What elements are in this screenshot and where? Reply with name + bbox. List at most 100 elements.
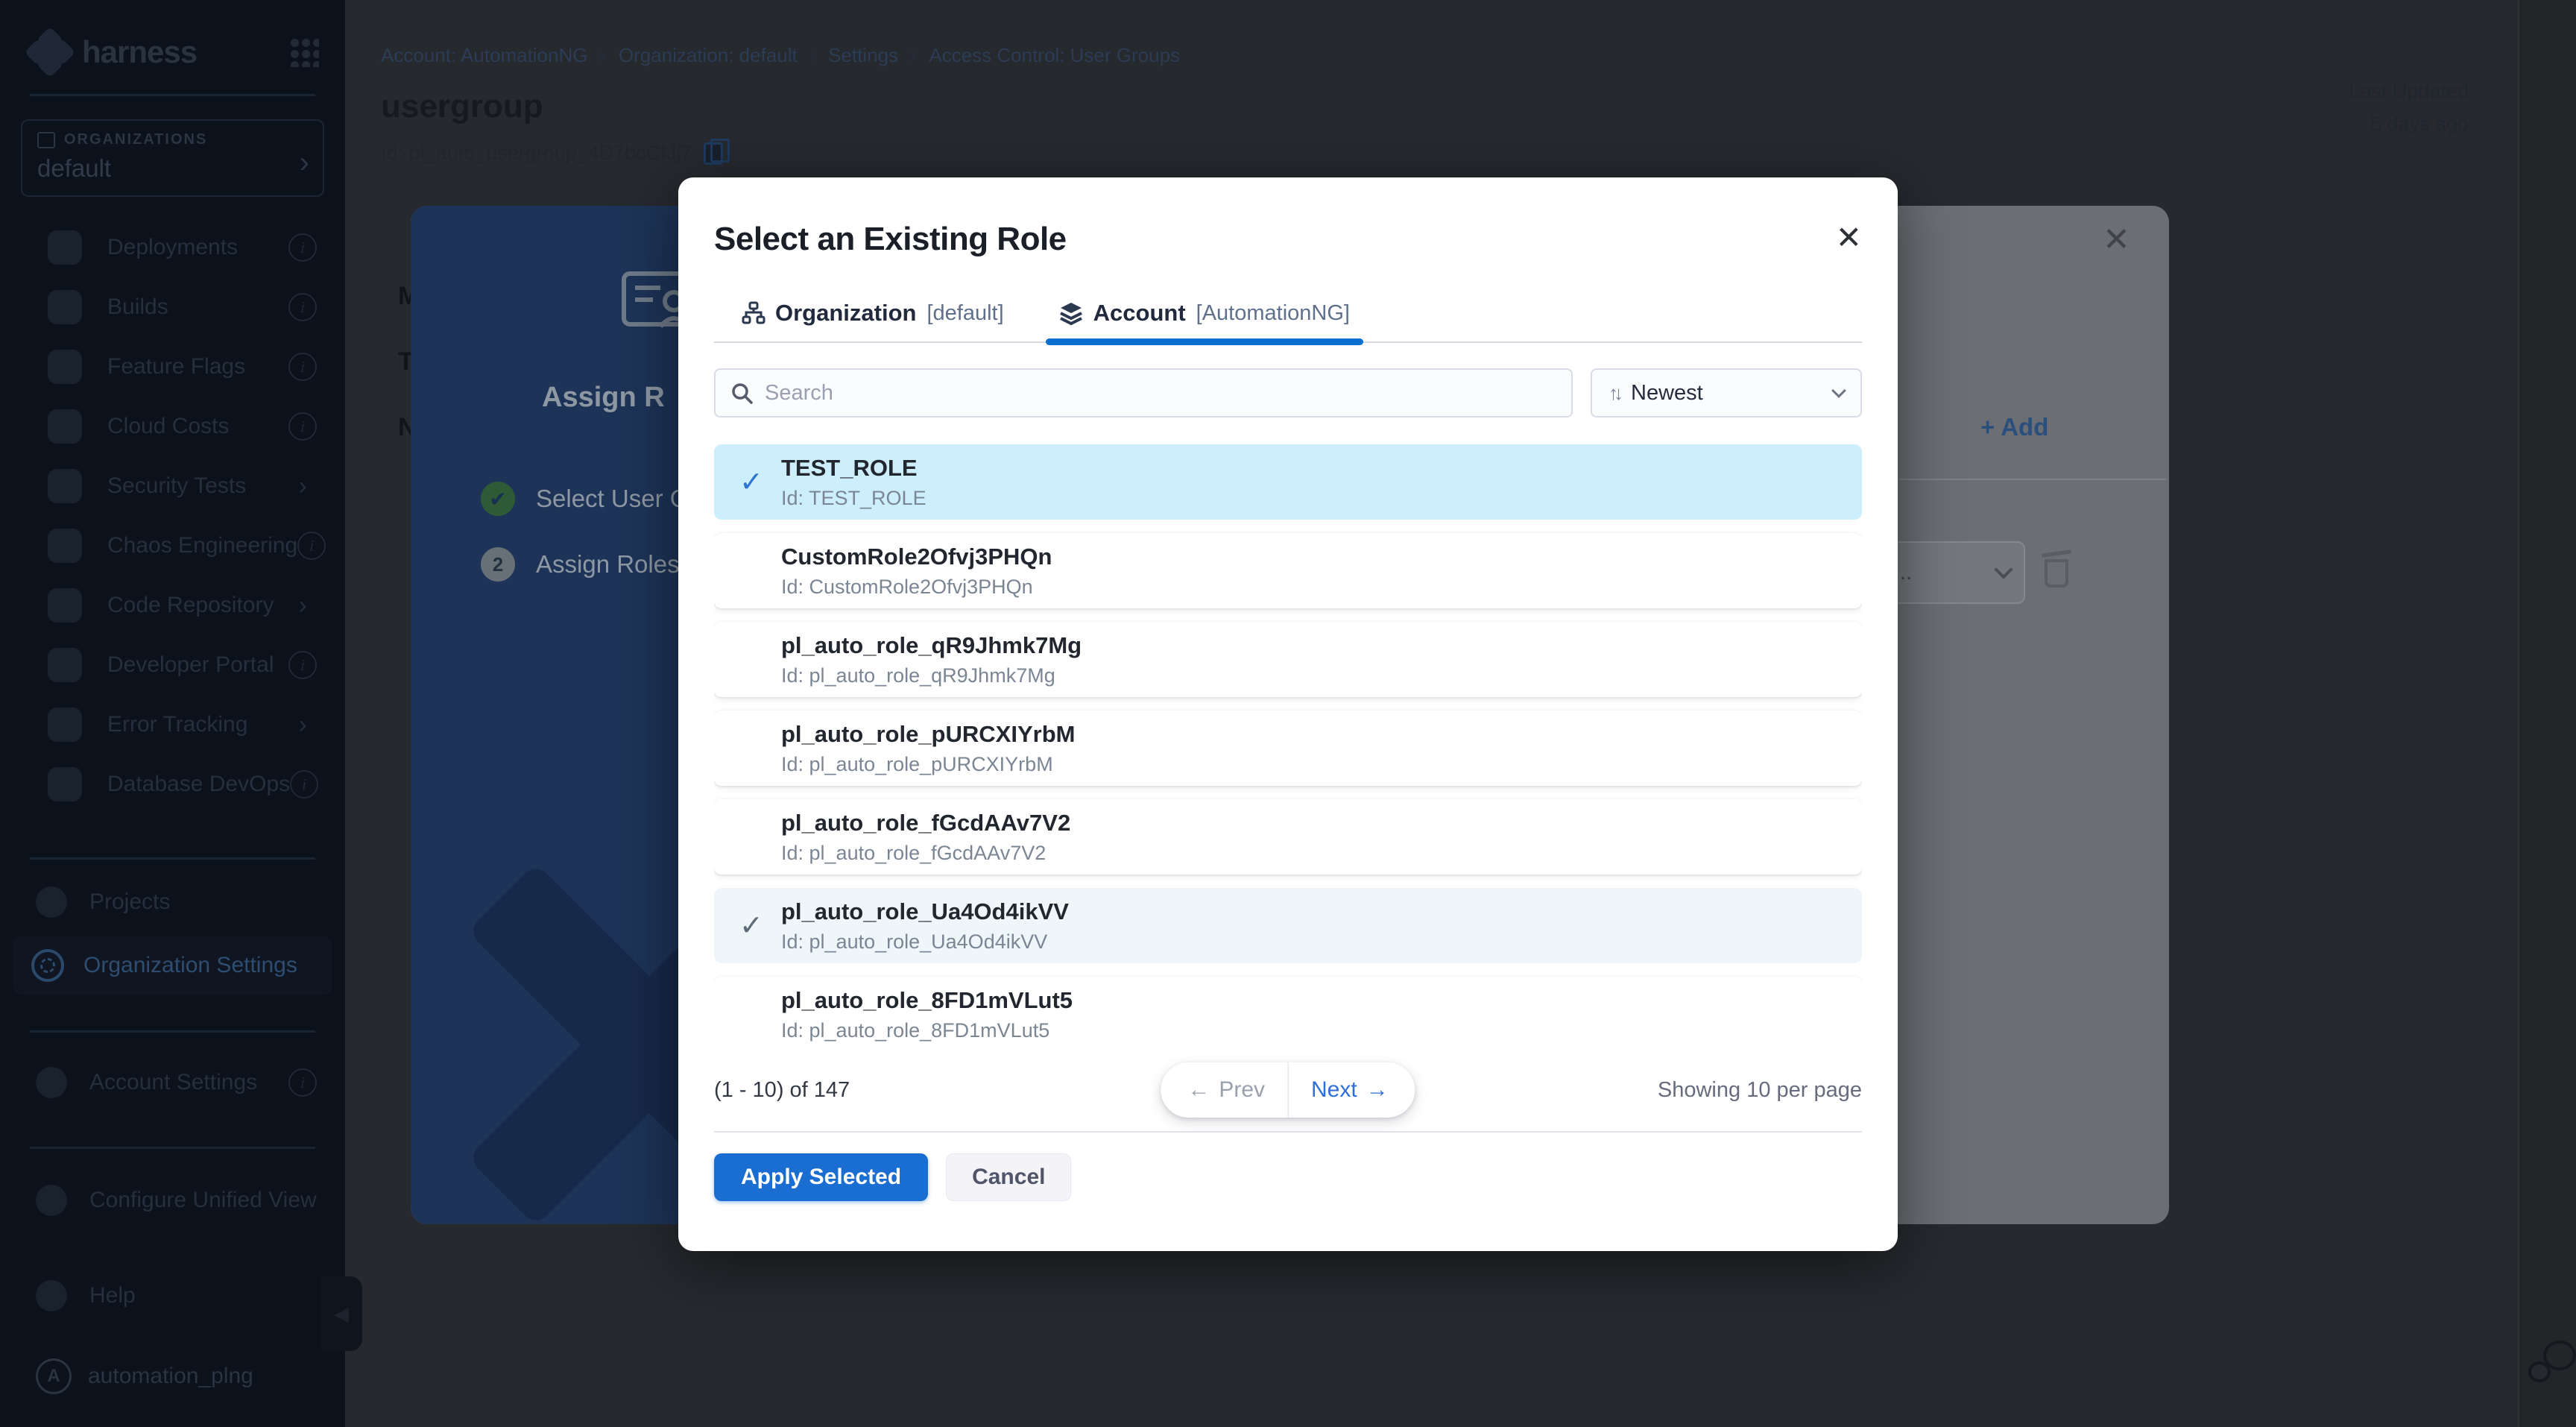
trash-icon[interactable]: [2040, 550, 2073, 589]
sidebar-nav: Deployments i Builds i Feature Flags i C…: [0, 218, 345, 814]
user-menu[interactable]: A automation_plng: [36, 1358, 253, 1394]
sidebar-item-database-devops[interactable]: Database DevOps i: [0, 755, 345, 814]
module-grid-icon[interactable]: [289, 37, 319, 67]
info-icon[interactable]: i: [288, 651, 317, 679]
breadcrumb-separator-icon: ›: [809, 43, 816, 67]
sidebar-item-deployments[interactable]: Deployments i: [0, 218, 345, 277]
sort-value: Newest: [1631, 381, 1822, 406]
org-selector[interactable]: ORGANIZATIONS default ›: [21, 119, 324, 197]
select-role-modal: Select an Existing Role ✕ Organization […: [678, 177, 1898, 1251]
info-icon[interactable]: i: [290, 770, 318, 798]
error-tracking-icon: [48, 708, 82, 742]
divider: [714, 1131, 1862, 1133]
role-id: Id: pl_auto_role_8FD1mVLut5: [781, 1019, 1073, 1042]
assign-roles-title: Assign R: [542, 382, 665, 414]
org-selector-value: default: [37, 154, 308, 183]
code-repository-icon: [48, 588, 82, 623]
role-list: ✓ TEST_ROLE Id: TEST_ROLE ✓ CustomRole2O…: [714, 444, 1862, 1048]
breadcrumb-separator-icon: ›: [910, 43, 917, 67]
apply-selected-button[interactable]: Apply Selected: [714, 1153, 928, 1201]
chevron-right-icon: ›: [288, 472, 317, 500]
page-title: usergroup: [381, 88, 1180, 125]
sidebar-item-help[interactable]: Help: [0, 1264, 345, 1327]
chevron-right-icon: ›: [288, 711, 317, 739]
info-icon[interactable]: i: [288, 353, 317, 381]
role-name: pl_auto_role_qR9Jhmk7Mg: [781, 632, 1082, 659]
chevron-right-icon: ›: [288, 591, 317, 620]
role-row[interactable]: ✓ pl_auto_role_fGcdAAv7V2 Id: pl_auto_ro…: [714, 799, 1862, 875]
prev-page-button[interactable]: ← Prev: [1161, 1077, 1287, 1103]
divider: [30, 857, 315, 860]
divider: [30, 94, 315, 96]
app-root: { "colors": { "accent_blue": "#0b6fd0", …: [0, 0, 2576, 1427]
cancel-button[interactable]: Cancel: [946, 1153, 1071, 1201]
chevron-down-icon: [1994, 560, 2012, 579]
sidebar-item-cloud-costs[interactable]: Cloud Costs i: [0, 397, 345, 456]
breadcrumb-settings[interactable]: Settings: [828, 44, 898, 67]
sidebar-item-account-settings[interactable]: Account Settings i: [0, 1051, 345, 1114]
tab-organization[interactable]: Organization [default]: [742, 300, 1004, 327]
divider: [30, 1030, 315, 1033]
info-icon[interactable]: i: [288, 293, 317, 321]
role-row[interactable]: ✓ TEST_ROLE Id: TEST_ROLE: [714, 444, 1862, 520]
breadcrumb-account[interactable]: Account: AutomationNG: [381, 44, 587, 67]
role-id: Id: pl_auto_role_pURCXIYrbM: [781, 753, 1075, 776]
sidebar-item-builds[interactable]: Builds i: [0, 277, 345, 337]
breadcrumb-access-control[interactable]: Access Control: User Groups: [929, 44, 1180, 67]
cloud-costs-icon: [48, 409, 82, 444]
divider: [1900, 479, 2167, 480]
avatar: A: [36, 1358, 72, 1394]
security-tests-icon: [48, 469, 82, 503]
projects-icon: [36, 886, 67, 918]
copy-icon[interactable]: [704, 142, 723, 165]
search-box: [714, 368, 1573, 418]
sidebar-item-chaos-engineering[interactable]: Chaos Engineering i: [0, 516, 345, 576]
info-icon[interactable]: i: [288, 1068, 317, 1097]
next-page-button[interactable]: Next →: [1289, 1077, 1415, 1103]
role-row[interactable]: ✓ pl_auto_role_pURCXIYrbM Id: pl_auto_ro…: [714, 711, 1862, 786]
step-number: 2: [481, 547, 515, 582]
info-icon[interactable]: i: [288, 233, 317, 262]
breadcrumb-separator-icon: ›: [599, 43, 606, 67]
role-row[interactable]: ✓ CustomRole2Ofvj3PHQn Id: CustomRole2Of…: [714, 533, 1862, 608]
role-name: pl_auto_role_fGcdAAv7V2: [781, 810, 1070, 837]
sidebar-item-projects[interactable]: Projects: [0, 871, 345, 933]
search-input[interactable]: [765, 381, 1556, 406]
org-hierarchy-icon: [37, 132, 55, 148]
add-role-button[interactable]: + Add: [1980, 413, 2048, 441]
sidebar-item-feature-flags[interactable]: Feature Flags i: [0, 337, 345, 397]
role-row[interactable]: ✓ pl_auto_role_8FD1mVLut5 Id: pl_auto_ro…: [714, 977, 1862, 1048]
sidebar-item-security-tests[interactable]: Security Tests ›: [0, 456, 345, 516]
left-arrow-icon: ←: [1187, 1077, 1210, 1103]
info-icon[interactable]: i: [288, 412, 317, 441]
info-icon[interactable]: i: [297, 532, 326, 560]
sidebar-item-organization-settings[interactable]: Organization Settings: [13, 936, 332, 995]
scope-tabs: Organization [default] Account [Automati…: [714, 300, 1862, 343]
sidebar-item-configure-unified-view[interactable]: Configure Unified View: [0, 1169, 345, 1232]
gear-icon: [31, 949, 64, 982]
org-hierarchy-icon: [742, 302, 765, 324]
role-row[interactable]: ✓ pl_auto_role_Ua4Od4ikVV Id: pl_auto_ro…: [714, 888, 1862, 963]
breadcrumb-organization[interactable]: Organization: default: [619, 44, 798, 67]
sidebar: harness ORGANIZATIONS default › Deployme…: [0, 0, 345, 1427]
user-name: automation_plng: [88, 1364, 253, 1389]
role-id: Id: pl_auto_role_qR9Jhmk7Mg: [781, 664, 1082, 687]
sidebar-item-error-tracking[interactable]: Error Tracking ›: [0, 695, 345, 755]
check-icon: ✓: [739, 465, 781, 499]
role-name: pl_auto_role_pURCXIYrbM: [781, 721, 1075, 748]
role-row[interactable]: ✓ pl_auto_role_qR9Jhmk7Mg Id: pl_auto_ro…: [714, 622, 1862, 697]
right-rail: [2518, 0, 2576, 1427]
close-icon[interactable]: ✕: [1836, 222, 1862, 253]
sidebar-item-developer-portal[interactable]: Developer Portal i: [0, 635, 345, 695]
role-id: Id: TEST_ROLE: [781, 487, 926, 510]
tab-account[interactable]: Account [AutomationNG]: [1059, 300, 1350, 327]
page-header: Account: AutomationNG › Organization: de…: [381, 43, 1180, 165]
role-id: Id: pl_auto_role_fGcdAAv7V2: [781, 842, 1070, 865]
sort-dropdown[interactable]: ↑↓ Newest: [1591, 368, 1862, 418]
close-icon[interactable]: ✕: [2103, 221, 2130, 259]
chat-widget-icon[interactable]: [2528, 1341, 2576, 1382]
divider: [30, 1147, 315, 1149]
sidebar-collapse-handle[interactable]: ◀: [321, 1276, 362, 1351]
entity-id: Id: pl_auto_usergroup_4D7bcCIJj7: [381, 142, 692, 165]
sidebar-item-code-repository[interactable]: Code Repository ›: [0, 576, 345, 635]
